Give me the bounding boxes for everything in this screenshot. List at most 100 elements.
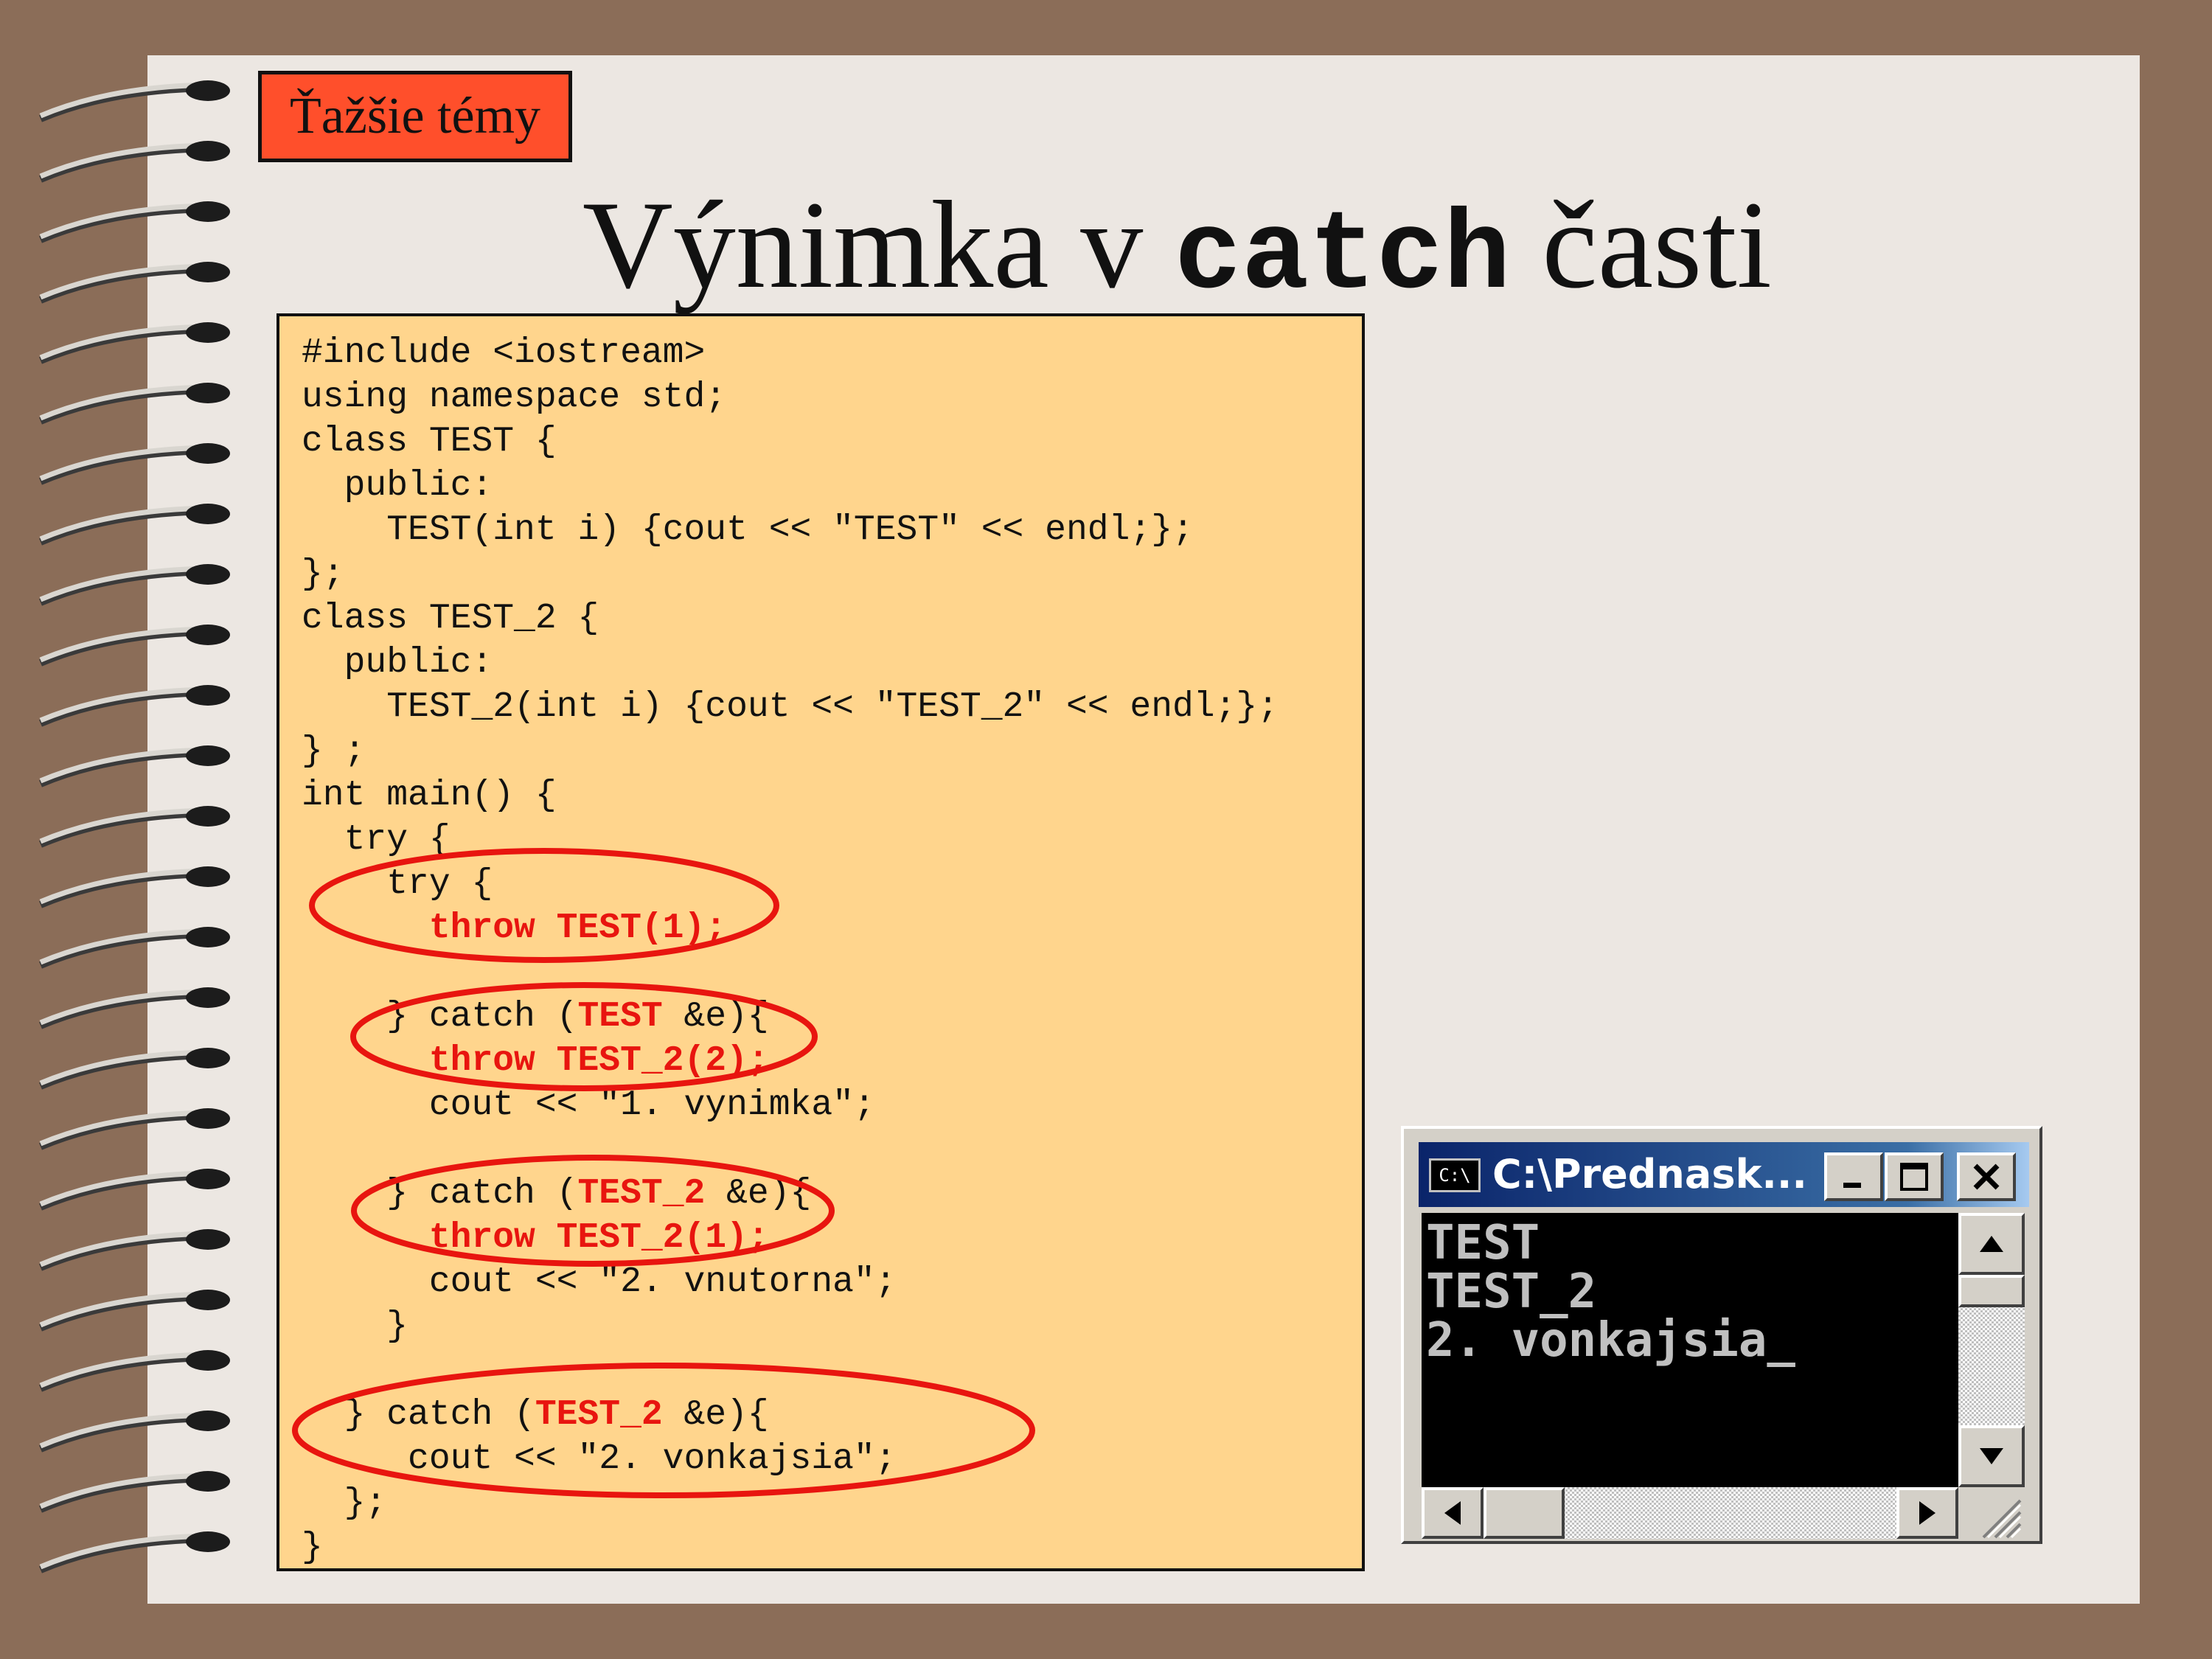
code-line: }; [302, 1484, 387, 1523]
console-window[interactable]: C:\ C:\Prednask... TEST TEST_2 2. vonkaj… [1401, 1126, 2042, 1544]
code-line: } catch (TEST_2 &e){ [302, 1395, 769, 1435]
scroll-left-button[interactable] [1422, 1487, 1484, 1539]
code-segment: &e){ [662, 997, 769, 1037]
code-line: TEST_2(int i) {cout << "TEST_2" << endl;… [302, 687, 1279, 727]
code-line: cout << "2. vnutorna"; [302, 1262, 897, 1302]
spiral-ring [39, 383, 230, 425]
title-suffix: časti [1510, 175, 1772, 314]
spiral-ring [39, 80, 230, 122]
spiral-ring [39, 625, 230, 667]
scroll-thumb-horizontal[interactable] [1484, 1487, 1565, 1539]
arrow-up-icon [1980, 1236, 2003, 1252]
close-button[interactable] [1957, 1152, 2016, 1201]
scroll-thumb-vertical[interactable] [1958, 1275, 2025, 1307]
code-line: throw TEST_2(1); [302, 1218, 769, 1258]
maximize-icon [1900, 1163, 1928, 1191]
code-segment: public: [302, 643, 493, 683]
code-line: class TEST_2 { [302, 599, 599, 639]
code-segment: cout << "2. vonkajsia"; [302, 1439, 897, 1479]
console-titlebar[interactable]: C:\ C:\Prednask... [1419, 1142, 2029, 1207]
resize-grip[interactable] [1958, 1487, 2025, 1539]
resize-grip-icon [1982, 1499, 2022, 1539]
horizontal-scrollbar[interactable] [1422, 1487, 1958, 1539]
title-prefix: Výnimka v [582, 175, 1175, 314]
code-line: public: [302, 643, 493, 683]
code-highlight: throw TEST(1); [428, 908, 727, 948]
spiral-ring [39, 806, 230, 848]
spiral-ring [39, 322, 230, 364]
spiral-ring [39, 987, 230, 1029]
code-line: } catch (TEST &e){ [302, 997, 769, 1037]
code-line: } [302, 1307, 408, 1346]
spiral-ring [39, 1169, 230, 1211]
spiral-ring [39, 1411, 230, 1453]
spiral-ring [39, 1108, 230, 1150]
spiral-ring [39, 1471, 230, 1513]
code-highlight: TEST_2 [535, 1395, 663, 1435]
code-highlight: TEST_2 [577, 1174, 706, 1214]
code-line: } ; [302, 731, 365, 771]
code-listing: #include <iostream> using namespace std;… [276, 313, 1365, 1571]
code-line: public: [302, 466, 493, 506]
spiral-ring [39, 1229, 230, 1271]
spiral-ring [39, 443, 230, 485]
code-line: } catch (TEST_2 &e){ [302, 1174, 811, 1214]
code-segment: TEST(int i) {cout << "TEST" << endl;}; [302, 510, 1194, 550]
spiral-ring [39, 262, 230, 304]
code-line: #include <iostream> [302, 333, 705, 373]
code-line: TEST(int i) {cout << "TEST" << endl;}; [302, 510, 1194, 550]
code-segment: }; [302, 1484, 387, 1523]
code-segment: cout << "1. vynimka"; [302, 1085, 875, 1125]
console-output-line: 2. vonkajsia_ [1426, 1313, 1795, 1368]
spiral-ring [39, 1350, 230, 1392]
spiral-ring [39, 1048, 230, 1090]
code-line: cout << "2. vonkajsia"; [302, 1439, 897, 1479]
vertical-scrollbar[interactable] [1958, 1213, 2025, 1487]
console-output-line: TEST [1426, 1216, 1540, 1270]
code-segment: #include <iostream> [302, 333, 706, 373]
console-app-icon[interactable]: C:\ [1429, 1158, 1481, 1192]
close-icon [1973, 1164, 2000, 1190]
code-segment: } [302, 1528, 323, 1568]
arrow-left-icon [1444, 1501, 1461, 1525]
slide-title: Výnimka v catch časti [582, 171, 1772, 331]
code-segment: } ; [302, 731, 366, 771]
spiral-ring [39, 564, 230, 606]
spiral-ring [39, 685, 230, 727]
code-line: class TEST { [302, 422, 557, 462]
code-text: #include <iostream> using namespace std;… [302, 331, 1279, 1570]
console-output-text: TEST TEST_2 2. vonkajsia_ [1426, 1219, 1795, 1365]
code-segment: } catch ( [302, 997, 578, 1037]
code-segment: class TEST { [302, 422, 557, 462]
code-line: using namespace std; [302, 378, 726, 417]
code-line: cout << "1. vynimka"; [302, 1085, 875, 1125]
spiral-ring [39, 1531, 230, 1573]
code-line: } [302, 1528, 323, 1568]
spiral-binding-icon [39, 80, 230, 1573]
code-segment: try { [302, 820, 451, 860]
spiral-ring [39, 866, 230, 908]
topic-badge: Ťažšie témy [258, 71, 572, 162]
code-segment: public: [302, 466, 493, 506]
spiral-ring [39, 141, 230, 183]
spiral-ring [39, 1290, 230, 1332]
scroll-right-button[interactable] [1896, 1487, 1958, 1539]
code-segment: } catch ( [302, 1395, 535, 1435]
spiral-ring [39, 201, 230, 243]
code-segment: &e){ [662, 1395, 769, 1435]
scroll-up-button[interactable] [1958, 1213, 2025, 1275]
code-segment: try { [302, 864, 493, 904]
slide: Ťažšie témy Výnimka v catch časti #inclu… [0, 0, 2212, 1659]
minimize-button[interactable] [1824, 1152, 1883, 1201]
code-segment: } [302, 1307, 408, 1346]
console-title: C:\Prednask... [1492, 1151, 1807, 1197]
scroll-down-button[interactable] [1958, 1425, 2025, 1487]
maximize-button[interactable] [1885, 1152, 1944, 1201]
code-highlight: throw TEST_2(2); [428, 1041, 769, 1081]
console-output[interactable]: TEST TEST_2 2. vonkajsia_ [1422, 1213, 1958, 1487]
title-keyword: catch [1174, 193, 1511, 321]
code-segment: TEST_2(int i) {cout << "TEST_2" << endl;… [302, 687, 1279, 727]
arrow-right-icon [1919, 1501, 1935, 1525]
